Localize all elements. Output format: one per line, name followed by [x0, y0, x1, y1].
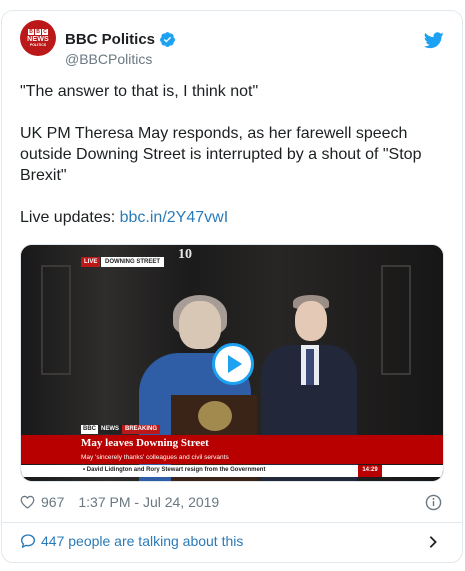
door-panel [381, 265, 411, 375]
play-button[interactable] [212, 343, 254, 385]
live-tag: LIVE [81, 257, 101, 267]
lower-third-news: NEWS [98, 425, 122, 434]
play-icon [228, 355, 242, 373]
lower-third-brand: BBC NEWS BREAKING [81, 425, 161, 434]
chevron-right-icon[interactable] [428, 535, 438, 549]
tweet-text: "The answer to that is, I think not" UK … [20, 81, 440, 228]
live-updates-link[interactable]: bbc.in/2Y47vwI [120, 209, 229, 226]
footer-divider [1, 522, 463, 523]
tweet-meta-row: 967 1:37 PM - Jul 24, 2019 [20, 494, 219, 510]
lower-third-headline: May leaves Downing Street [21, 435, 443, 453]
lower-third-breaking: BREAKING [122, 425, 161, 434]
philip-may-face [295, 301, 327, 341]
location-tag: DOWNING STREET [101, 257, 164, 267]
conversation-link[interactable]: 447 people are talking about this [20, 533, 243, 549]
author-handle[interactable]: @BBCPolitics [65, 51, 152, 67]
reply-bubble-icon [20, 534, 36, 549]
bbc-logo-letter: B [28, 28, 34, 35]
display-name[interactable]: BBC Politics [65, 31, 155, 48]
lower-third-clock: 14:29 [358, 465, 382, 477]
heart-icon[interactable] [20, 495, 35, 509]
verified-badge-icon [160, 32, 175, 47]
tweet-timestamp[interactable]: 1:37 PM - Jul 24, 2019 [78, 494, 219, 510]
avatar-politics-text: POLITICS [29, 42, 47, 47]
news-lower-third: BBC NEWS BREAKING May leaves Downing Str… [21, 423, 443, 481]
like-count[interactable]: 967 [41, 494, 64, 510]
lower-third-subline: May 'sincerely thanks' colleagues and ci… [21, 453, 443, 464]
talking-count-text[interactable]: 447 people are talking about this [41, 533, 243, 549]
twitter-bird-icon[interactable] [424, 32, 444, 49]
info-icon[interactable] [425, 494, 442, 511]
theresa-may-face [179, 301, 221, 349]
live-updates-label: Live updates: [20, 209, 120, 226]
tweet-body-line: UK PM Theresa May responds, as her farew… [20, 125, 422, 184]
door-number: 10 [178, 247, 192, 262]
lower-third-bbc: BBC [81, 425, 98, 434]
tweet-live-updates: Live updates: bbc.in/2Y47vwI [20, 207, 440, 228]
tweet-quote-line: "The answer to that is, I think not" [20, 83, 259, 100]
bbc-logo-blocks: B B C [28, 28, 48, 35]
video-thumbnail[interactable]: 10 LIVE DOWNING STREET BBC NEWS BREAKING… [20, 244, 444, 482]
avatar-news-text: NEWS [27, 35, 49, 43]
philip-may-tie [306, 349, 314, 385]
bbc-logo-letter: C [42, 28, 48, 35]
bbc-politics-avatar[interactable]: B B C NEWS POLITICS [20, 20, 56, 56]
author-name-row[interactable]: BBC Politics [65, 31, 176, 48]
bbc-logo-letter: B [35, 28, 41, 35]
door-panel [41, 265, 71, 375]
